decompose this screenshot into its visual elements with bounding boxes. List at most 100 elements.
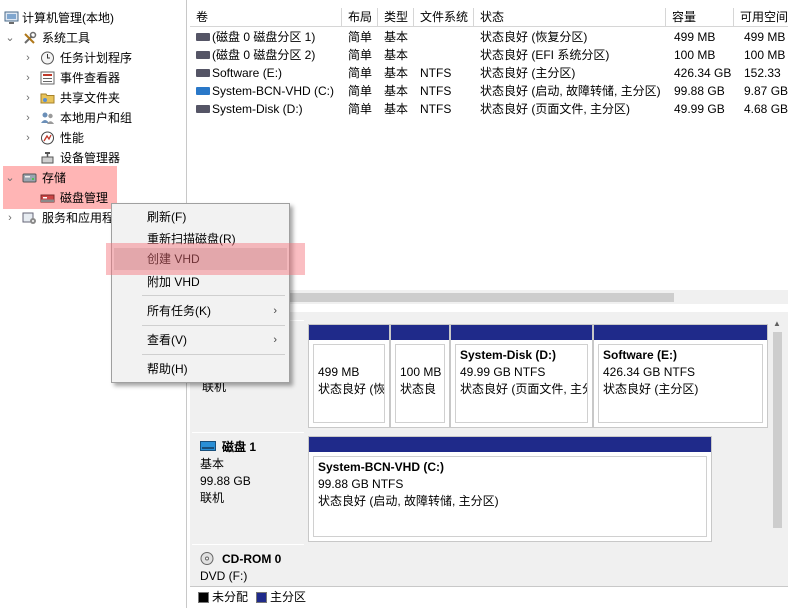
table-row[interactable]: System-BCN-VHD (C:) 简单 基本 NTFS 状态良好 (启动,…: [190, 82, 788, 100]
tree-root[interactable]: 计算机管理(本地): [0, 8, 186, 28]
vertical-scrollbar[interactable]: ▲: [769, 318, 786, 578]
cdrom-header: CD-ROM 0: [200, 551, 304, 568]
column-header-capacity[interactable]: 容量: [666, 8, 734, 27]
partition-disk0-1[interactable]: 499 MB 状态良好 (恢: [308, 324, 390, 428]
tree-item-local-users[interactable]: › 本地用户和组: [0, 108, 186, 128]
chevron-right-icon[interactable]: ›: [22, 68, 34, 88]
legend-unallocated: 未分配: [212, 590, 249, 604]
volume-icon: [196, 33, 210, 41]
partition-title: [318, 347, 380, 364]
cell-free-space: 100 MB: [744, 48, 786, 62]
tree-item-performance[interactable]: › 性能: [0, 128, 186, 148]
column-header-layout[interactable]: 布局: [342, 8, 378, 27]
cell-filesystem: NTFS: [420, 84, 452, 98]
cell-layout: 简单: [348, 84, 373, 98]
partition-info: 499 MB 状态良好 (恢: [313, 344, 385, 423]
tree-item-device-manager[interactable]: 设备管理器: [0, 148, 186, 168]
vhd-volume-icon: [196, 87, 210, 95]
cell-volume: Software (E:): [212, 66, 283, 80]
column-header-type[interactable]: 类型: [378, 8, 414, 27]
vertical-scrollbar-thumb[interactable]: [773, 332, 782, 528]
partition-status: 状态良好 (页面文件, 主分: [460, 382, 588, 396]
partition-status: 状态良好 (启动, 故障转储, 主分区): [318, 494, 499, 508]
table-row[interactable]: (磁盘 0 磁盘分区 2) 简单 基本 状态良好 (EFI 系统分区) 100 …: [190, 46, 788, 64]
create-vhd-highlight: [106, 243, 305, 275]
tree-item-label: 任务计划程序: [60, 51, 133, 65]
cell-capacity: 99.88 GB: [674, 84, 725, 98]
chevron-right-icon[interactable]: ›: [22, 88, 34, 108]
cell-status: 状态良好 (主分区): [480, 66, 576, 80]
table-row[interactable]: (磁盘 0 磁盘分区 1) 简单 基本 状态良好 (恢复分区) 499 MB 4…: [190, 28, 788, 46]
column-header-free-space[interactable]: 可用空间: [734, 8, 788, 27]
menu-item-refresh[interactable]: 刷新(F): [114, 206, 287, 228]
performance-icon: [41, 131, 54, 145]
cell-layout: 简单: [348, 102, 373, 116]
vhd-disk-icon: [200, 441, 216, 451]
tree-item-label: 共享文件夹: [60, 91, 121, 105]
cell-type: 基本: [384, 66, 409, 80]
scroll-up-icon[interactable]: ▲: [773, 319, 781, 328]
column-header-volume[interactable]: 卷: [190, 8, 342, 27]
chevron-right-icon[interactable]: ›: [22, 48, 34, 68]
disk-type: 基本: [200, 457, 225, 471]
cell-type: 基本: [384, 48, 409, 62]
cell-status: 状态良好 (启动, 故障转储, 主分区): [480, 84, 661, 98]
cell-free-space: 4.68 GB: [744, 102, 788, 116]
tree-item-label: 设备管理器: [60, 151, 121, 165]
chevron-down-icon[interactable]: ⌄: [4, 28, 16, 48]
partition-size: 499 MB: [318, 365, 360, 379]
partition-status: 状态良: [400, 382, 437, 396]
disk1-label[interactable]: 磁盘 1 基本 99.88 GB 联机: [192, 432, 304, 542]
cell-free-space: 499 MB: [744, 30, 786, 44]
shared-folder-icon: [40, 93, 55, 104]
table-row[interactable]: Software (E:) 简单 基本 NTFS 状态良好 (主分区) 426.…: [190, 64, 788, 82]
cell-free-space: 9.87 GB: [744, 84, 788, 98]
menu-item-all-tasks[interactable]: 所有任务(K) ›: [114, 300, 287, 322]
cell-status: 状态良好 (页面文件, 主分区): [480, 102, 630, 116]
cell-capacity: 100 MB: [674, 48, 716, 62]
partition-system-disk[interactable]: System-Disk (D:) 49.99 GB NTFS 状态良好 (页面文…: [450, 324, 593, 428]
tree-item-storage[interactable]: ⌄ 存储: [0, 168, 186, 188]
cell-filesystem: [420, 28, 474, 46]
partition-bar: [451, 325, 592, 340]
cell-type: 基本: [384, 102, 409, 116]
volume-icon: [196, 51, 210, 59]
cell-filesystem: NTFS: [420, 66, 452, 80]
storage-icon: [22, 173, 37, 183]
table-row[interactable]: System-Disk (D:) 简单 基本 NTFS 状态良好 (页面文件, …: [190, 100, 788, 118]
chevron-right-icon[interactable]: ›: [22, 108, 34, 128]
cell-filesystem: NTFS: [420, 102, 452, 116]
partition-info: System-Disk (D:) 49.99 GB NTFS 状态良好 (页面文…: [455, 344, 588, 423]
column-header-filesystem[interactable]: 文件系统: [414, 8, 474, 27]
tools-icon: [24, 31, 37, 44]
tree-root-label: 计算机管理(本地): [22, 11, 114, 25]
tree-item-label: 事件查看器: [60, 71, 121, 85]
tree-item-event-viewer[interactable]: › 事件查看器: [0, 68, 186, 88]
device-manager-icon: [41, 152, 54, 164]
tree-item-system-tools[interactable]: ⌄ 系统工具: [0, 28, 186, 48]
partition-disk0-2[interactable]: 100 MB 状态良: [390, 324, 450, 428]
chevron-right-icon[interactable]: ›: [22, 128, 34, 148]
partition-software[interactable]: Software (E:) 426.34 GB NTFS 状态良好 (主分区): [593, 324, 768, 428]
chevron-right-icon[interactable]: ›: [4, 208, 16, 228]
menu-item-help[interactable]: 帮助(H): [114, 358, 287, 380]
tree-item-label: 存储: [42, 171, 67, 185]
tree-item-task-scheduler[interactable]: › 任务计划程序: [0, 48, 186, 68]
partition-size: 49.99 GB NTFS: [460, 365, 546, 379]
cell-volume: (磁盘 0 磁盘分区 2): [212, 48, 316, 62]
users-icon: [41, 112, 54, 124]
chevron-down-icon[interactable]: ⌄: [4, 168, 16, 188]
partition-size: 99.88 GB NTFS: [318, 477, 404, 491]
menu-item-view[interactable]: 查看(V) ›: [114, 329, 287, 351]
column-header-status[interactable]: 状态: [474, 8, 666, 27]
tree-item-shared-folders[interactable]: › 共享文件夹: [0, 88, 186, 108]
disk-type: DVD (F:): [200, 569, 248, 583]
cell-layout: 简单: [348, 48, 373, 62]
disk-name: CD-ROM 0: [222, 552, 282, 566]
legend-primary: 主分区: [270, 590, 307, 604]
partition-info: 100 MB 状态良: [395, 344, 445, 423]
tree-item-label: 本地用户和组: [60, 111, 133, 125]
context-menu: 刷新(F) 重新扫描磁盘(R) 创建 VHD 附加 VHD 所有任务(K) › …: [111, 203, 290, 383]
partition-system-bcn-vhd[interactable]: System-BCN-VHD (C:) 99.88 GB NTFS 状态良好 (…: [308, 436, 712, 542]
cell-volume: System-BCN-VHD (C:): [212, 84, 334, 98]
